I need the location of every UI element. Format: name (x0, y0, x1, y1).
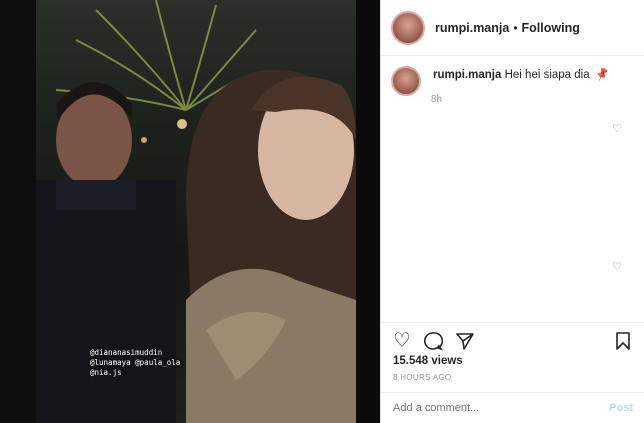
following-button[interactable]: Following (522, 21, 580, 35)
bookmark-icon[interactable] (615, 331, 631, 355)
comment-like-heart-icon[interactable]: ♡ (612, 260, 622, 273)
mention-tag[interactable]: @paula_ola (135, 358, 180, 367)
right-letterbox (356, 0, 380, 423)
comment-input[interactable] (393, 402, 610, 414)
caption-time: 8h (431, 94, 443, 105)
caption-text: Hei hei siapa dia (504, 69, 590, 81)
post-side-panel: rumpi.manja • Following rumpi.manja Hei … (380, 0, 644, 423)
caption-body: rumpi.manja Hei hei siapa dia 📌 (433, 66, 611, 96)
post-window: @diananasimuddin @lunamaya @paula_ola @n… (0, 0, 644, 423)
post-header: rumpi.manja • Following (381, 0, 644, 56)
separator-dot: • (513, 20, 518, 35)
comment-like-heart-icon[interactable]: ♡ (612, 122, 622, 135)
mention-tag[interactable]: @diananasimuddin (88, 348, 165, 358)
woman-figure (186, 69, 356, 423)
share-icon[interactable] (455, 331, 475, 355)
mention-tag: @lunamaya @paula_ola (88, 358, 183, 368)
mention-tag[interactable]: @lunamaya (90, 358, 131, 367)
caption-avatar[interactable] (391, 66, 421, 96)
video-mentions: @diananasimuddin @lunamaya @paula_ola @n… (88, 348, 183, 378)
caption-username[interactable]: rumpi.manja (433, 69, 501, 81)
post-button[interactable]: Post (609, 402, 633, 414)
add-comment-bar: Post (381, 392, 644, 423)
view-count[interactable]: 15.548 views (393, 355, 463, 367)
post-video[interactable]: @diananasimuddin @lunamaya @paula_ola @n… (36, 0, 356, 423)
mention-tag[interactable]: @nia.js (88, 368, 124, 378)
left-letterbox (0, 0, 36, 423)
avatar[interactable] (391, 10, 425, 45)
comment-bubble-icon[interactable] (423, 331, 444, 355)
like-heart-icon[interactable]: ♡ (393, 331, 411, 351)
header-username[interactable]: rumpi.manja (435, 21, 509, 35)
caption-row: rumpi.manja Hei hei siapa dia 📌 (391, 66, 635, 96)
video-frame (36, 0, 356, 423)
pushpin-icon: 📌 (594, 67, 611, 84)
post-timestamp: 8 HOURS AGO (393, 373, 452, 382)
